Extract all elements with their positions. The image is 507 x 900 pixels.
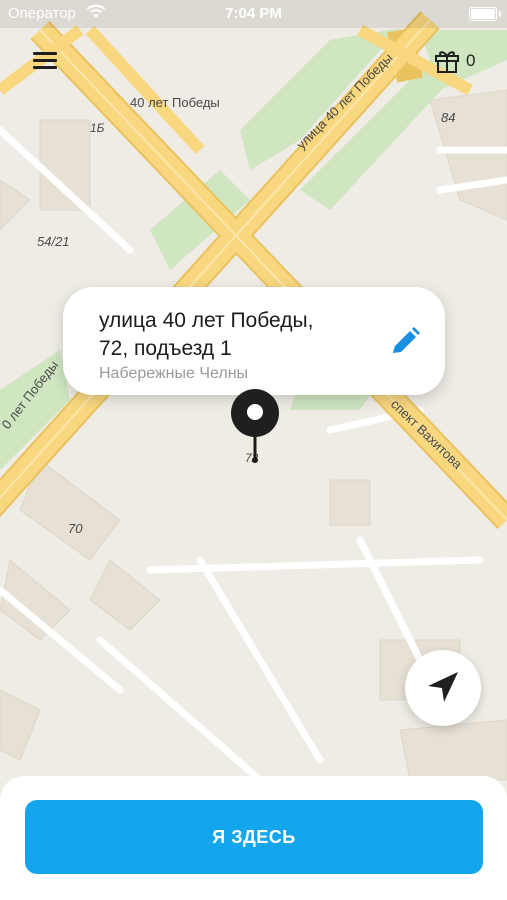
map-label-building: 70	[68, 521, 83, 536]
map-label-building: 84	[441, 110, 455, 125]
address-card[interactable]: улица 40 лет Победы, 72, подъезд 1 Набер…	[63, 287, 445, 395]
address-house: 72, подъезд 1	[99, 337, 232, 360]
pencil-icon	[393, 327, 420, 353]
edit-address-button[interactable]	[385, 323, 425, 363]
battery-icon	[469, 7, 501, 21]
bottom-sheet: Я ЗДЕСЬ	[0, 776, 507, 900]
gift-button[interactable]: 0	[430, 46, 490, 76]
navigation-arrow-icon	[428, 672, 458, 702]
gift-icon	[434, 49, 460, 78]
my-location-button[interactable]	[405, 650, 481, 726]
gift-count: 0	[466, 51, 476, 70]
map-label-building: 1Б	[90, 121, 105, 135]
map-label-area: 40 лет Победы	[130, 95, 220, 110]
i-am-here-button[interactable]: Я ЗДЕСЬ	[25, 800, 483, 874]
address-city: Набережные Челны	[99, 365, 249, 382]
map-label-building: 54/21	[37, 234, 70, 249]
address-street: улица 40 лет Победы,	[99, 309, 314, 332]
location-pin-icon[interactable]	[229, 388, 281, 468]
menu-button[interactable]	[28, 46, 62, 76]
status-time: 7:04 PM	[225, 5, 282, 22]
status-bar: Оператор 7:04 PM	[0, 0, 507, 28]
